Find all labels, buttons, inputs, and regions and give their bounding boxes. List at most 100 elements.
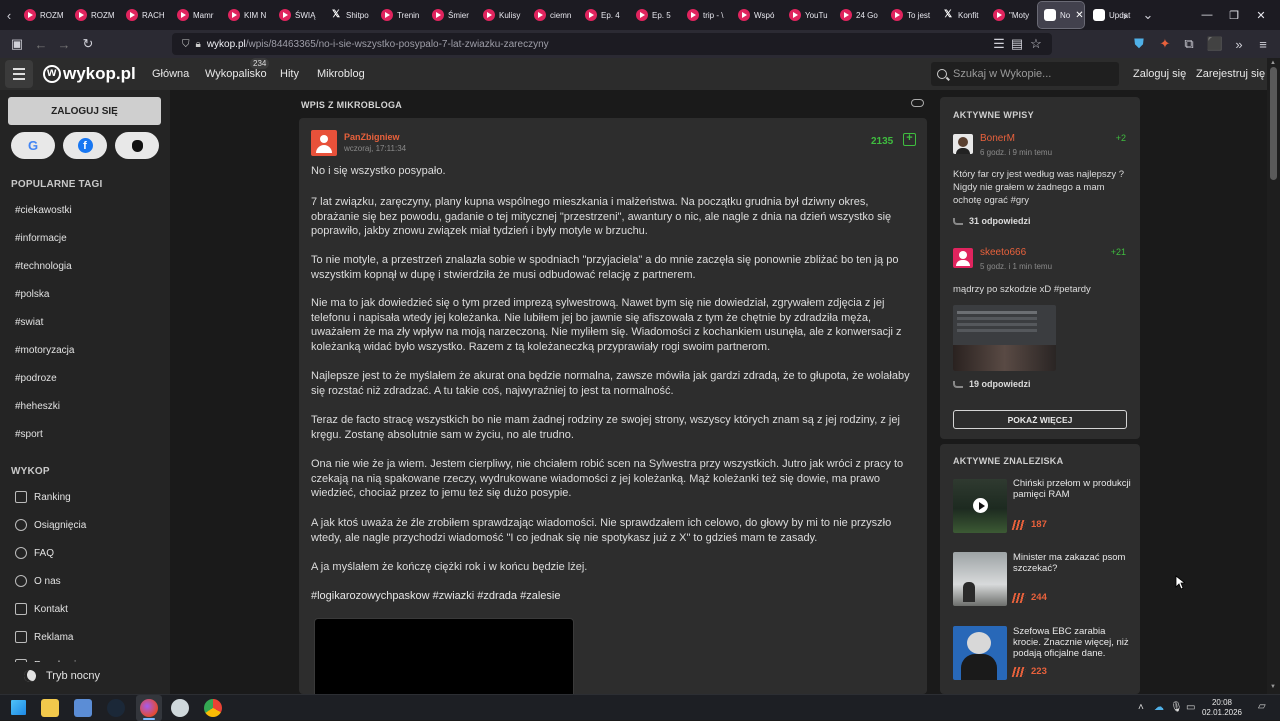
discovery-title[interactable]: Minister ma zakazać psom szczekać?	[1013, 552, 1131, 574]
hamburger-menu-icon[interactable]	[5, 60, 33, 88]
windows-start-icon[interactable]	[11, 700, 26, 715]
sidebar-link[interactable]: FAQ	[15, 547, 54, 559]
browser-tab[interactable]: Ep. 4	[579, 2, 627, 28]
post-timestamp[interactable]: wczoraj, 17:11:34	[344, 144, 406, 153]
sidebar-link[interactable]: Reklama	[15, 631, 73, 643]
file-explorer-icon[interactable]	[41, 699, 59, 717]
entry-image-thumbnail[interactable]	[953, 305, 1056, 371]
entry-text[interactable]: mądrzy po szkodzie xD #petardy	[953, 283, 1129, 296]
browser-tab[interactable]: trip - \	[681, 2, 729, 28]
browser-tab[interactable]: No ✕	[1037, 1, 1085, 29]
browser-tab[interactable]: YouTu	[783, 2, 831, 28]
discovery-title[interactable]: Szefowa EBC zarabia krocie. Znacznie wię…	[1013, 626, 1131, 659]
sidebar-tag-link[interactable]: #polska	[15, 289, 49, 300]
reload-icon[interactable]: ↻	[79, 35, 97, 53]
browser-tab[interactable]: RACH	[120, 2, 168, 28]
browser-tab[interactable]: ROZM	[18, 2, 66, 28]
post-embedded-media[interactable]	[314, 618, 574, 694]
sidebar-tag-link[interactable]: #motoryzacja	[15, 345, 74, 356]
discovery-thumbnail[interactable]	[953, 479, 1007, 533]
sidebar-link[interactable]: Ranking	[15, 491, 71, 503]
sidebar-tag-link[interactable]: #swiat	[15, 317, 43, 328]
ublock-icon[interactable]: ⬛	[1206, 35, 1224, 53]
entry-author[interactable]: BonerM	[980, 133, 1015, 144]
chrome-icon[interactable]	[204, 699, 222, 717]
tray-cloud-icon[interactable]: ☁	[1154, 702, 1164, 713]
browser-tab[interactable]: ROZM	[69, 2, 117, 28]
browser-tab[interactable]: Trenin	[375, 2, 423, 28]
entry-avatar[interactable]	[953, 134, 973, 154]
vpn-shield-icon[interactable]: ⛊	[1130, 35, 1148, 53]
network-icon[interactable]: ▭	[1186, 702, 1195, 713]
show-more-button[interactable]: POKAŻ WIĘCEJ	[953, 410, 1127, 429]
register-link[interactable]: Zarejestruj się	[1196, 68, 1265, 80]
scroll-up-icon[interactable]: ▲	[1270, 60, 1276, 66]
wykop-logo[interactable]: wykop.pl	[43, 64, 136, 84]
browser-tab[interactable]: To jest	[885, 2, 933, 28]
google-login-button[interactable]: G	[11, 132, 55, 159]
entry-avatar[interactable]	[953, 248, 973, 268]
tabs-scroll-left-icon[interactable]: ‹	[0, 0, 18, 30]
link-icon[interactable]	[911, 99, 924, 107]
reader-view-icon[interactable]: ☰	[990, 35, 1008, 53]
close-window-icon[interactable]: ✕	[1238, 0, 1280, 30]
browser-tab[interactable]: KIM N	[222, 2, 270, 28]
browser-tab[interactable]: Mamr	[171, 2, 219, 28]
login-link[interactable]: Zaloguj się	[1133, 68, 1186, 80]
browser-tab[interactable]: Kulisy	[477, 2, 525, 28]
address-bar[interactable]: ⛉ 🔒︎ wykop.pl/wpis/84463365/no-i-sie-wsz…	[172, 33, 1052, 55]
browser-tab[interactable]: 𝕏 Konfit	[936, 2, 984, 28]
tab-list-menu-icon[interactable]: ⌄	[1139, 0, 1157, 30]
entry-author[interactable]: skeeto666	[980, 247, 1026, 258]
firefox-taskbar-button[interactable]	[136, 695, 162, 721]
sidebar-link[interactable]: Osiągnięcia	[15, 519, 86, 531]
sidebar-tag-link[interactable]: #ciekawostki	[15, 205, 72, 216]
tracking-shield-icon[interactable]: ⛉	[182, 39, 190, 50]
browser-tab[interactable]: Ep. 5	[630, 2, 678, 28]
sidebar-toggle-icon[interactable]: ▣	[8, 35, 26, 53]
browser-tab[interactable]: 𝕏 Shitpo	[324, 2, 372, 28]
browser-tab[interactable]: "Moty	[987, 2, 1035, 28]
browser-tab[interactable]: ciemn	[528, 2, 576, 28]
browser-tab[interactable]: Śmier	[426, 2, 474, 28]
discovery-thumbnail[interactable]	[953, 552, 1007, 606]
sidebar-tag-link[interactable]: #podroze	[15, 373, 57, 384]
lock-icon[interactable]: 🔒︎	[196, 39, 201, 50]
sidebar-link[interactable]: Kontakt	[15, 603, 68, 615]
sidebar-login-button[interactable]: ZALOGUJ SIĘ	[8, 97, 161, 125]
nav-hity[interactable]: Hity	[280, 68, 299, 80]
microphone-icon[interactable]: 🎙︎	[1170, 702, 1183, 713]
entry-text[interactable]: Który far cry jest według was najlepszy …	[953, 168, 1129, 207]
scroll-down-icon[interactable]: ▼	[1270, 684, 1276, 690]
steam-icon[interactable]	[107, 699, 125, 717]
search-box[interactable]	[931, 62, 1119, 86]
night-mode-toggle[interactable]: Tryb nocny	[0, 662, 170, 690]
nav-glowna[interactable]: Główna	[152, 68, 189, 80]
fox-extension-icon[interactable]: ✦	[1156, 35, 1174, 53]
sidebar-link[interactable]: O nas	[15, 575, 61, 587]
bookmark-star-icon[interactable]: ☆	[1027, 35, 1045, 53]
back-icon[interactable]: ←	[32, 35, 50, 53]
screenshot-icon[interactable]: ▤	[1008, 35, 1026, 53]
sidebar-tag-link[interactable]: #heheszki	[15, 401, 60, 412]
notifications-icon[interactable]: ▱	[1258, 701, 1266, 712]
post-hashtags[interactable]: #logikarozowychpaskow #zwiazki #zdrada #…	[311, 590, 560, 602]
taskbar-clock[interactable]: 20:08 02.01.2026	[1200, 698, 1244, 718]
entry-replies[interactable]: 31 odpowiedzi	[953, 216, 1031, 226]
apple-login-button[interactable]	[115, 132, 159, 159]
forward-icon[interactable]: →	[55, 35, 73, 53]
app-icon[interactable]	[171, 699, 189, 717]
extensions-icon[interactable]: ⧉	[1180, 35, 1198, 53]
sidebar-tag-link[interactable]: #informacje	[15, 233, 67, 244]
upvote-plus-icon[interactable]: +	[903, 133, 916, 146]
sidebar-tag-link[interactable]: #technologia	[15, 261, 72, 272]
browser-tab[interactable]: 24 Go	[834, 2, 882, 28]
entry-replies[interactable]: 19 odpowiedzi	[953, 379, 1031, 389]
author-avatar[interactable]	[311, 130, 337, 156]
nav-wykopalisko[interactable]: Wykopalisko	[205, 68, 267, 80]
discovery-thumbnail[interactable]	[953, 626, 1007, 680]
more-tools-icon[interactable]: »	[1230, 35, 1248, 53]
discovery-title[interactable]: Chiński przełom w produkcji pamięci RAM	[1013, 478, 1131, 500]
sidebar-tag-link[interactable]: #sport	[15, 429, 43, 440]
close-tab-icon[interactable]: ✕	[1075, 10, 1083, 21]
